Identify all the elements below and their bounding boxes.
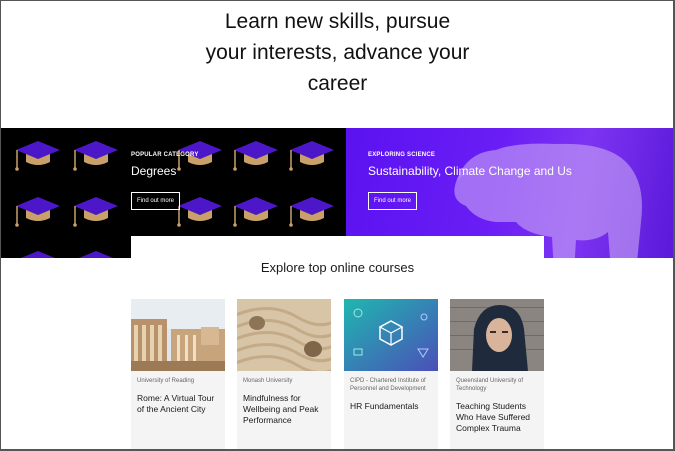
- hero-heading-line: Learn new skills, pursue: [224, 10, 451, 33]
- course-cards: University of Reading Rome: A Virtual To…: [131, 299, 544, 451]
- find-out-more-button[interactable]: Find out more: [368, 192, 418, 210]
- course-org: CIPD - Chartered Institute of Personnel …: [350, 378, 426, 392]
- course-org: Queensland University of Technology: [456, 378, 524, 392]
- zen-sand-stones-image: [237, 299, 331, 371]
- find-out-more-button[interactable]: Find out more: [131, 192, 181, 210]
- hero-heading-line: career: [307, 72, 368, 95]
- teal-icon-pattern-image: [344, 299, 438, 371]
- course-title[interactable]: Teaching Students Who Have Suffered Comp…: [456, 401, 538, 434]
- hero-heading-line: your interests, advance your: [205, 41, 470, 64]
- hooded-student-image: [450, 299, 544, 371]
- course-title[interactable]: Rome: A Virtual Tour of the Ancient City: [137, 393, 219, 415]
- hero-heading: Learn new skills, pursue your interests,…: [0, 6, 675, 99]
- course-title[interactable]: Mindfulness for Wellbeing and Peak Perfo…: [243, 393, 325, 426]
- courses-panel: Explore top online courses University of…: [131, 236, 544, 451]
- banner-eyebrow: EXPLORING SCIENCE: [368, 152, 436, 158]
- degrees-banner-text: POPULAR CATEGORY Degrees Find out more: [131, 152, 199, 210]
- banner-eyebrow: POPULAR CATEGORY: [131, 152, 199, 158]
- course-org: University of Reading: [137, 378, 195, 384]
- course-card[interactable]: Queensland University of Technology Teac…: [450, 299, 544, 451]
- course-card[interactable]: CIPD - Chartered Institute of Personnel …: [344, 299, 438, 451]
- sustainability-banner-text: EXPLORING SCIENCE Sustainability, Climat…: [368, 152, 572, 210]
- course-org: Monash University: [243, 378, 293, 384]
- section-title: Explore top online courses: [260, 260, 415, 275]
- course-card[interactable]: Monash University Mindfulness for Wellbe…: [237, 299, 331, 451]
- course-card[interactable]: University of Reading Rome: A Virtual To…: [131, 299, 225, 451]
- roman-ruins-image: [131, 299, 225, 371]
- banner-title[interactable]: Sustainability, Climate Change and Us: [368, 164, 572, 178]
- banner-title[interactable]: Degrees: [131, 164, 199, 178]
- course-title[interactable]: HR Fundamentals: [350, 401, 432, 412]
